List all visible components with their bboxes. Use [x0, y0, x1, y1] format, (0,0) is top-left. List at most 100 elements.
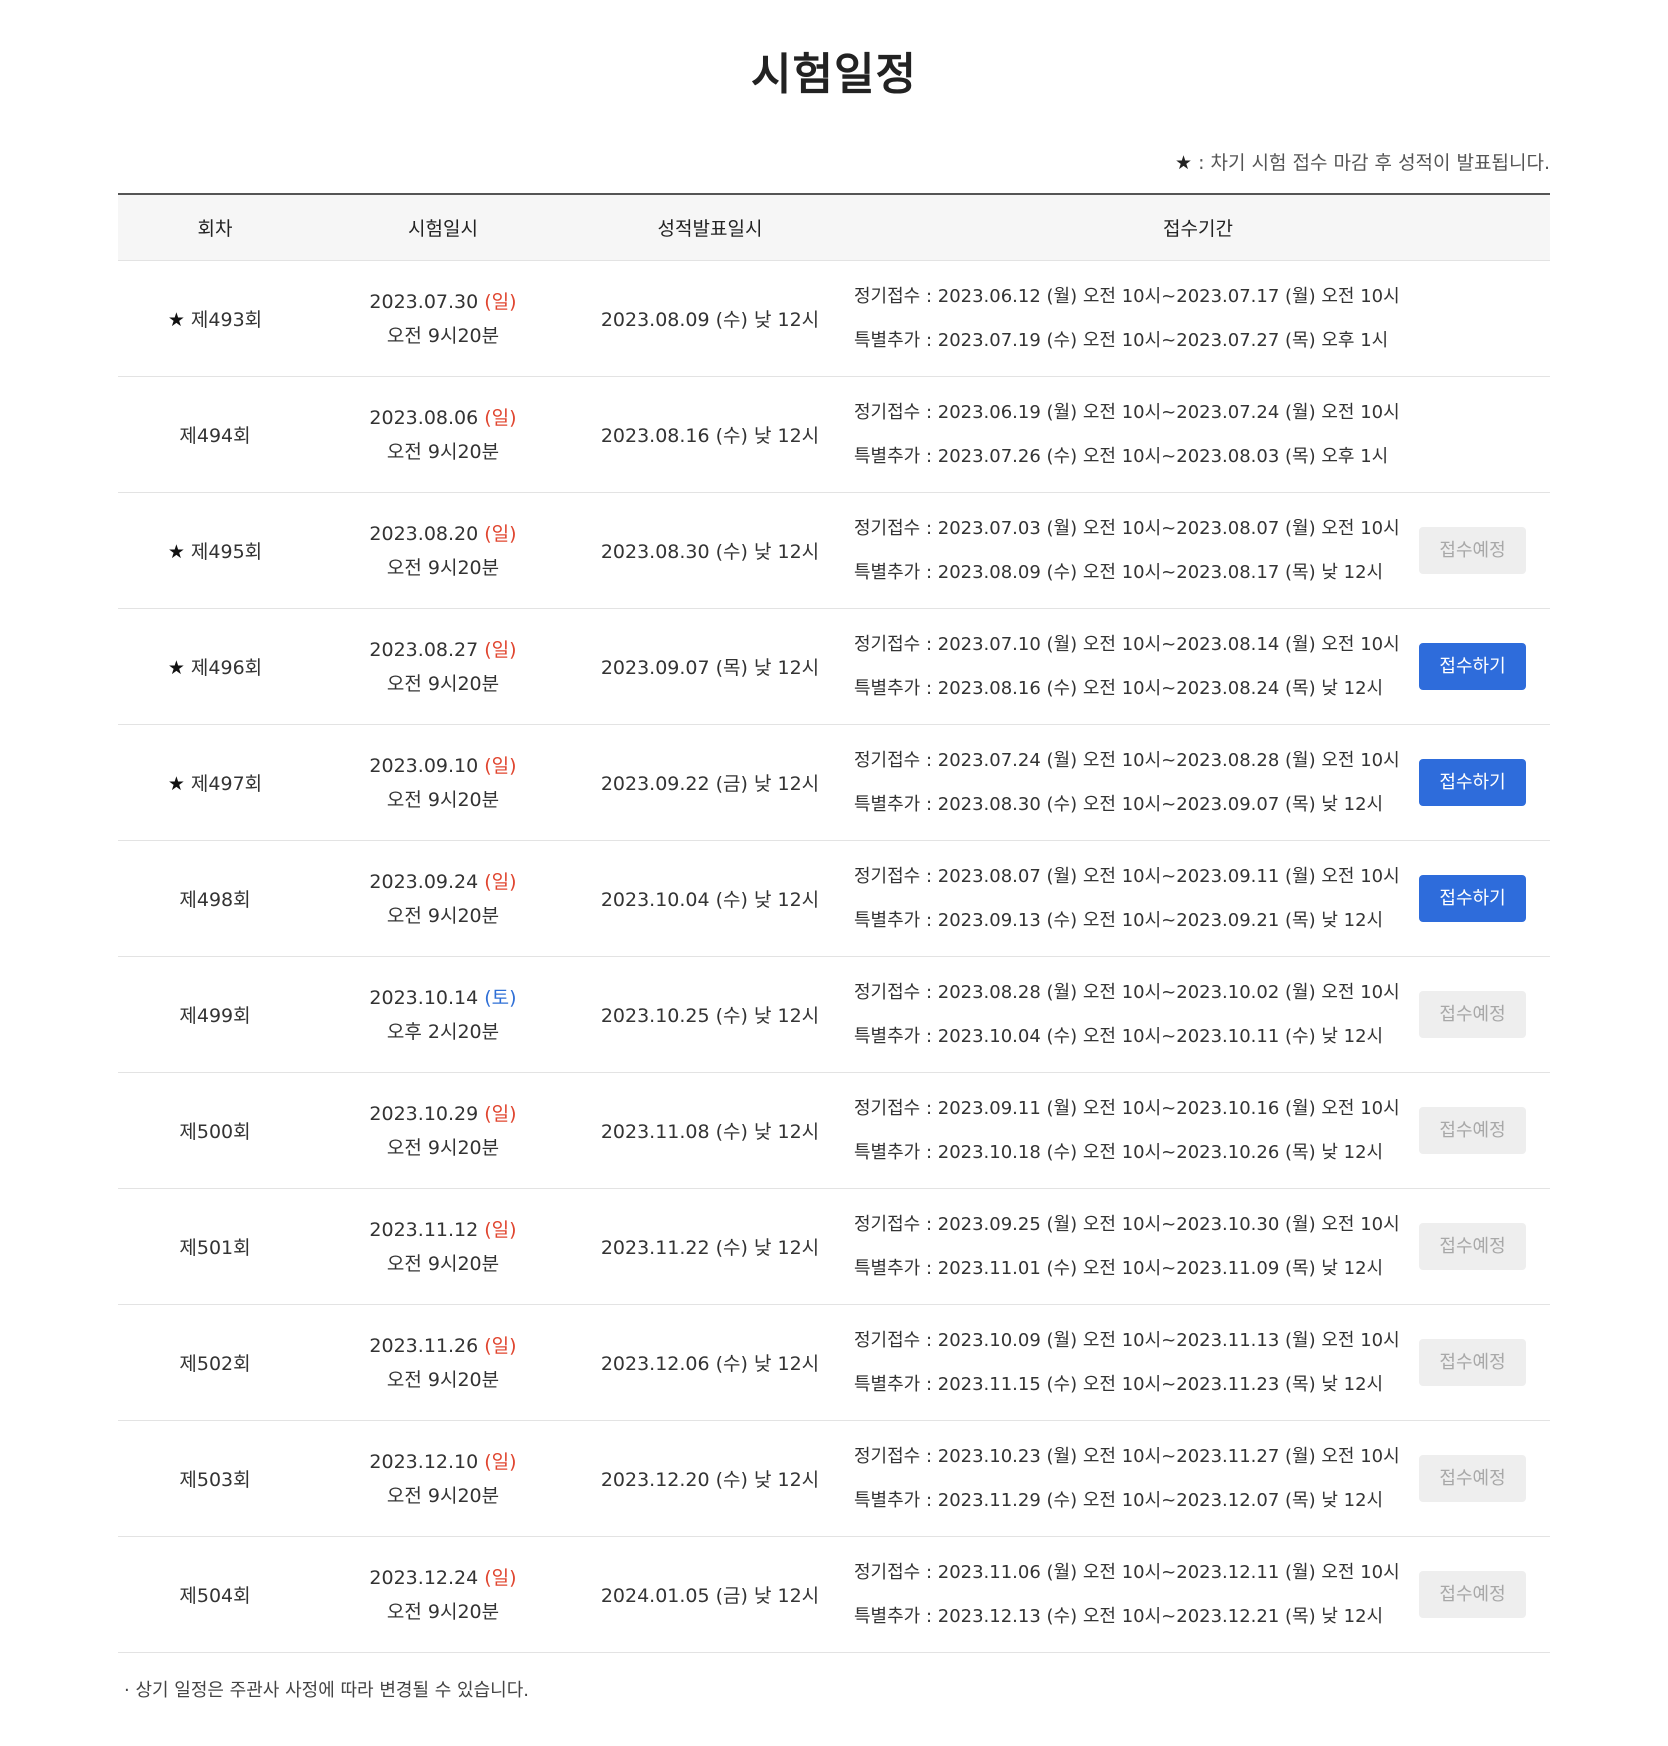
exam-weekday: (일) — [484, 1450, 517, 1473]
table-row: 제500회 2023.10.29 (일) 오전 9시20분 2023.11.08 (수… — [118, 1072, 1551, 1189]
table-row: ★ 제496회 2023.08.27 (일) 오전 9시20분 2023.09.07 (… — [118, 608, 1551, 725]
register-pending-button: 접수예정 — [1419, 527, 1527, 574]
special-registration: 특별추가 : 2023.10.18 (수) 오전 10시~2023.10.26 … — [854, 1141, 1384, 1163]
exam-date: 2023.11.26 — [369, 1334, 479, 1357]
exam-weekday: (일) — [484, 522, 517, 545]
star-icon: ★ — [167, 773, 185, 795]
registration-period-cell: 정기접수 : 2023.09.11 (월) 오전 10시~2023.10.16 … — [846, 1072, 1400, 1189]
exam-date-line: 2023.08.06 (일) — [312, 401, 574, 435]
exam-date-line: 2023.08.20 (일) — [312, 517, 574, 551]
round-label: 제500회 — [179, 1121, 251, 1143]
registration-period-cell: 정기접수 : 2023.11.06 (월) 오전 10시~2023.12.11 … — [846, 1536, 1400, 1653]
register-button[interactable]: 접수하기 — [1419, 759, 1527, 806]
page-title: 시험일정 — [751, 49, 917, 100]
exam-weekday: (일) — [484, 290, 517, 313]
action-cell: 접수예정 — [1384, 1072, 1551, 1189]
round-label: 제498회 — [179, 889, 251, 911]
register-pending-button: 접수예정 — [1419, 1223, 1527, 1270]
exam-weekday: (일) — [484, 1102, 517, 1125]
exam-time: 오전 9시20분 — [386, 1600, 500, 1623]
special-registration: 특별추가 : 2023.11.15 (수) 오전 10시~2023.11.23 … — [854, 1373, 1384, 1395]
result-datetime: 2023.10.04 (수) 낮 12시 — [574, 840, 846, 957]
registration-period-cell: 정기접수 : 2023.07.10 (월) 오전 10시~2023.08.14 … — [846, 608, 1400, 725]
special-registration: 특별추가 : 2023.08.30 (수) 오전 10시~2023.09.07 … — [854, 793, 1384, 815]
result-datetime: 2023.08.09 (수) 낮 12시 — [574, 260, 846, 377]
exam-date: 2023.10.14 — [369, 986, 479, 1009]
special-registration: 특별추가 : 2023.07.19 (수) 오전 10시~2023.07.27 … — [854, 329, 1389, 351]
exam-weekday: (일) — [484, 1566, 517, 1589]
exam-time: 오전 9시20분 — [386, 556, 500, 579]
exam-datetime-cell: 2023.11.26 (일) 오전 9시20분 — [312, 1304, 574, 1421]
special-registration: 특별추가 : 2023.12.13 (수) 오전 10시~2023.12.21 … — [854, 1605, 1384, 1627]
regular-registration: 정기접수 : 2023.08.07 (월) 오전 10시~2023.09.11 … — [854, 865, 1400, 887]
round-cell: 제499회 — [118, 956, 312, 1073]
regular-registration: 정기접수 : 2023.07.03 (월) 오전 10시~2023.08.07 … — [854, 517, 1400, 539]
regular-registration: 정기접수 : 2023.06.12 (월) 오전 10시~2023.07.17 … — [854, 285, 1400, 307]
exam-date: 2023.12.10 — [369, 1450, 479, 1473]
exam-time: 오전 9시20분 — [386, 788, 500, 811]
table-header: 회차 시험일시 성적발표일시 접수기간 — [118, 194, 1551, 261]
register-button[interactable]: 접수하기 — [1419, 875, 1527, 922]
register-pending-button: 접수예정 — [1419, 1339, 1527, 1386]
action-cell — [1384, 376, 1551, 493]
regular-registration: 정기접수 : 2023.10.23 (월) 오전 10시~2023.11.27 … — [854, 1445, 1400, 1467]
action-cell: 접수예정 — [1384, 1536, 1551, 1653]
table-row: 제499회 2023.10.14 (토) 오후 2시20분 2023.10.25 (수… — [118, 956, 1551, 1073]
exam-date: 2023.09.10 — [369, 754, 479, 777]
registration-period-cell: 정기접수 : 2023.06.19 (월) 오전 10시~2023.07.24 … — [846, 376, 1400, 493]
action-cell: 접수하기 — [1384, 608, 1551, 725]
action-cell: 접수예정 — [1384, 492, 1551, 609]
result-datetime: 2023.08.30 (수) 낮 12시 — [574, 492, 846, 609]
action-cell: 접수예정 — [1384, 1188, 1551, 1305]
header-exam-date: 시험일시 — [312, 194, 574, 261]
exam-time: 오전 9시20분 — [386, 1136, 500, 1159]
exam-date: 2023.08.06 — [369, 406, 479, 429]
round-cell: ★ 제496회 — [118, 608, 312, 725]
round-cell: 제502회 — [118, 1304, 312, 1421]
exam-date-line: 2023.12.24 (일) — [312, 1561, 574, 1595]
footer-note: · 상기 일정은 주관사 사정에 따라 변경될 수 있습니다. — [124, 1680, 529, 1701]
exam-weekday: (일) — [484, 638, 517, 661]
exam-date: 2023.07.30 — [369, 290, 479, 313]
round-cell: ★ 제493회 — [118, 260, 312, 377]
table-row: ★ 제495회 2023.08.20 (일) 오전 9시20분 2023.08.30 (… — [118, 492, 1551, 609]
round-label: 제496회 — [190, 657, 263, 679]
round-label: 제504회 — [179, 1585, 251, 1607]
action-cell: 접수하기 — [1384, 840, 1551, 957]
exam-weekday: (일) — [484, 870, 517, 893]
special-registration: 특별추가 : 2023.10.04 (수) 오전 10시~2023.10.11 … — [854, 1025, 1384, 1047]
star-icon: ★ — [167, 657, 185, 679]
round-cell: 제494회 — [118, 376, 312, 493]
exam-datetime-cell: 2023.08.20 (일) 오전 9시20분 — [312, 492, 574, 609]
table-row: ★ 제493회 2023.07.30 (일) 오전 9시20분 2023.08.09 (… — [118, 260, 1551, 377]
exam-datetime-cell: 2023.10.29 (일) 오전 9시20분 — [312, 1072, 574, 1189]
exam-weekday: (토) — [484, 986, 517, 1009]
register-pending-button: 접수예정 — [1419, 991, 1527, 1038]
legend-note-text: : 차기 시험 접수 마감 후 성적이 발표됩니다. — [1192, 152, 1550, 174]
register-button[interactable]: 접수하기 — [1419, 643, 1527, 690]
special-registration: 특별추가 : 2023.11.01 (수) 오전 10시~2023.11.09 … — [854, 1257, 1384, 1279]
exam-date-line: 2023.12.10 (일) — [312, 1445, 574, 1479]
exam-datetime-cell: 2023.11.12 (일) 오전 9시20분 — [312, 1188, 574, 1305]
exam-time: 오전 9시20분 — [386, 1252, 500, 1275]
table-row: 제503회 2023.12.10 (일) 오전 9시20분 2023.12.20 (수… — [118, 1420, 1551, 1537]
regular-registration: 정기접수 : 2023.07.10 (월) 오전 10시~2023.08.14 … — [854, 633, 1400, 655]
round-label: 제499회 — [179, 1005, 251, 1027]
result-datetime: 2023.11.08 (수) 낮 12시 — [574, 1072, 846, 1189]
action-cell: 접수예정 — [1384, 956, 1551, 1073]
star-icon: ★ — [1175, 152, 1193, 174]
registration-period-cell: 정기접수 : 2023.07.03 (월) 오전 10시~2023.08.07 … — [846, 492, 1400, 609]
schedule-table: 회차 시험일시 성적발표일시 접수기간 ★ 제493회 2023.07.30 (일)… — [118, 193, 1551, 1653]
table-row: ★ 제497회 2023.09.10 (일) 오전 9시20분 2023.09.22 (… — [118, 724, 1551, 841]
registration-period-cell: 정기접수 : 2023.07.24 (월) 오전 10시~2023.08.28 … — [846, 724, 1400, 841]
regular-registration: 정기접수 : 2023.08.28 (월) 오전 10시~2023.10.02 … — [854, 981, 1400, 1003]
result-datetime: 2023.12.06 (수) 낮 12시 — [574, 1304, 846, 1421]
table-header-row: 회차 시험일시 성적발표일시 접수기간 — [118, 194, 1551, 261]
register-pending-button: 접수예정 — [1419, 1107, 1527, 1154]
exam-date-line: 2023.11.26 (일) — [312, 1329, 574, 1363]
exam-datetime-cell: 2023.09.24 (일) 오전 9시20분 — [312, 840, 574, 957]
regular-registration: 정기접수 : 2023.06.19 (월) 오전 10시~2023.07.24 … — [854, 401, 1400, 423]
round-label: 제502회 — [179, 1353, 251, 1375]
exam-datetime-cell: 2023.12.24 (일) 오전 9시20분 — [312, 1536, 574, 1653]
round-label: 제503회 — [179, 1469, 251, 1491]
